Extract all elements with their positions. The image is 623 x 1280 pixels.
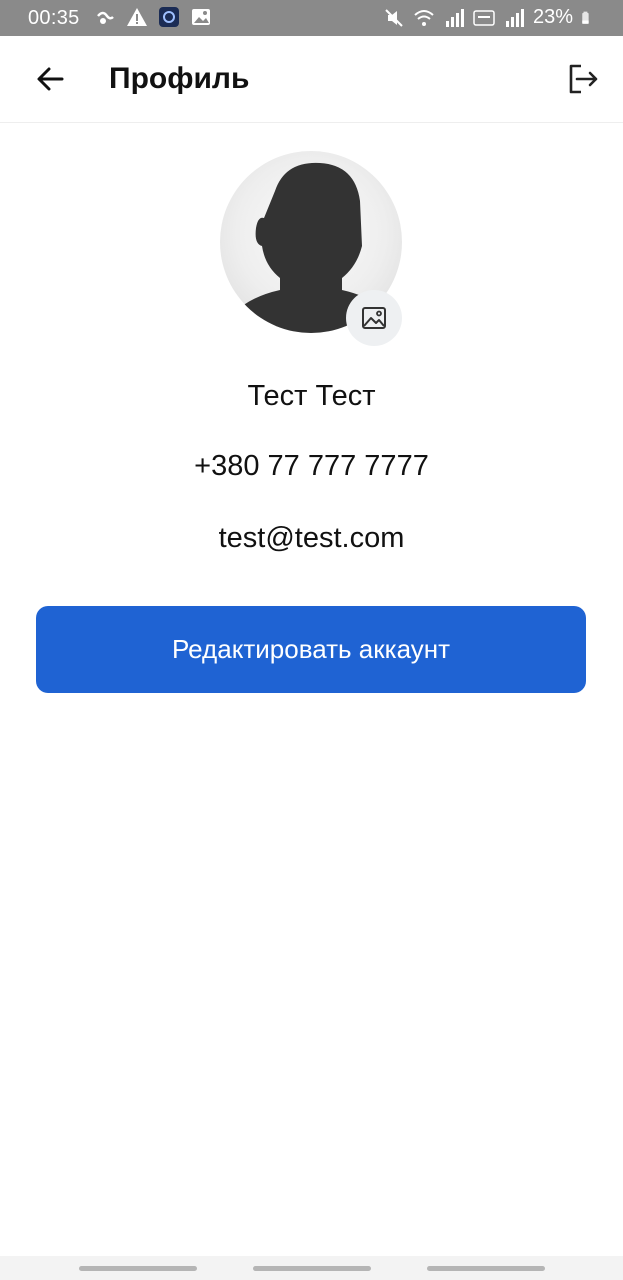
battery-icon: [582, 11, 589, 24]
warning-icon: [127, 8, 147, 26]
mute-icon: [385, 8, 403, 27]
edit-account-button[interactable]: Редактировать аккаунт: [36, 606, 586, 693]
image-icon: [192, 9, 210, 25]
battery-level: 23%: [532, 6, 573, 28]
profile-name: Тест Тест: [247, 380, 376, 412]
volte-icon: [473, 9, 495, 26]
profile-email: test@test.com: [218, 522, 405, 554]
nav-back-button[interactable]: [427, 1266, 545, 1271]
status-bar: 00:35 23%: [0, 0, 623, 36]
app-icon: [159, 7, 179, 27]
change-photo-button[interactable]: [346, 290, 402, 346]
wifi-icon: [414, 9, 434, 26]
profile-phone: +380 77 777 7777: [194, 450, 429, 482]
avatar-container: [220, 151, 404, 346]
logout-icon: [569, 64, 598, 94]
signal-icon: [445, 8, 464, 27]
nav-home-button[interactable]: [253, 1266, 371, 1271]
arrow-left-icon: [37, 67, 64, 91]
edit-account-label: Редактировать аккаунт: [171, 634, 451, 664]
image-icon: [362, 307, 386, 329]
system-icons: 23%: [383, 6, 595, 29]
system-navigation-bar: [0, 1256, 623, 1280]
page-title: Профиль: [109, 62, 250, 95]
wind-icon: [97, 11, 114, 24]
signal-icon: [505, 8, 524, 27]
app-bar: Профиль: [0, 36, 623, 123]
back-button[interactable]: [32, 60, 70, 98]
logout-button[interactable]: [563, 60, 601, 98]
notification-icons: [94, 6, 212, 28]
nav-recent-button[interactable]: [79, 1266, 197, 1271]
status-time: 00:35: [28, 7, 80, 29]
